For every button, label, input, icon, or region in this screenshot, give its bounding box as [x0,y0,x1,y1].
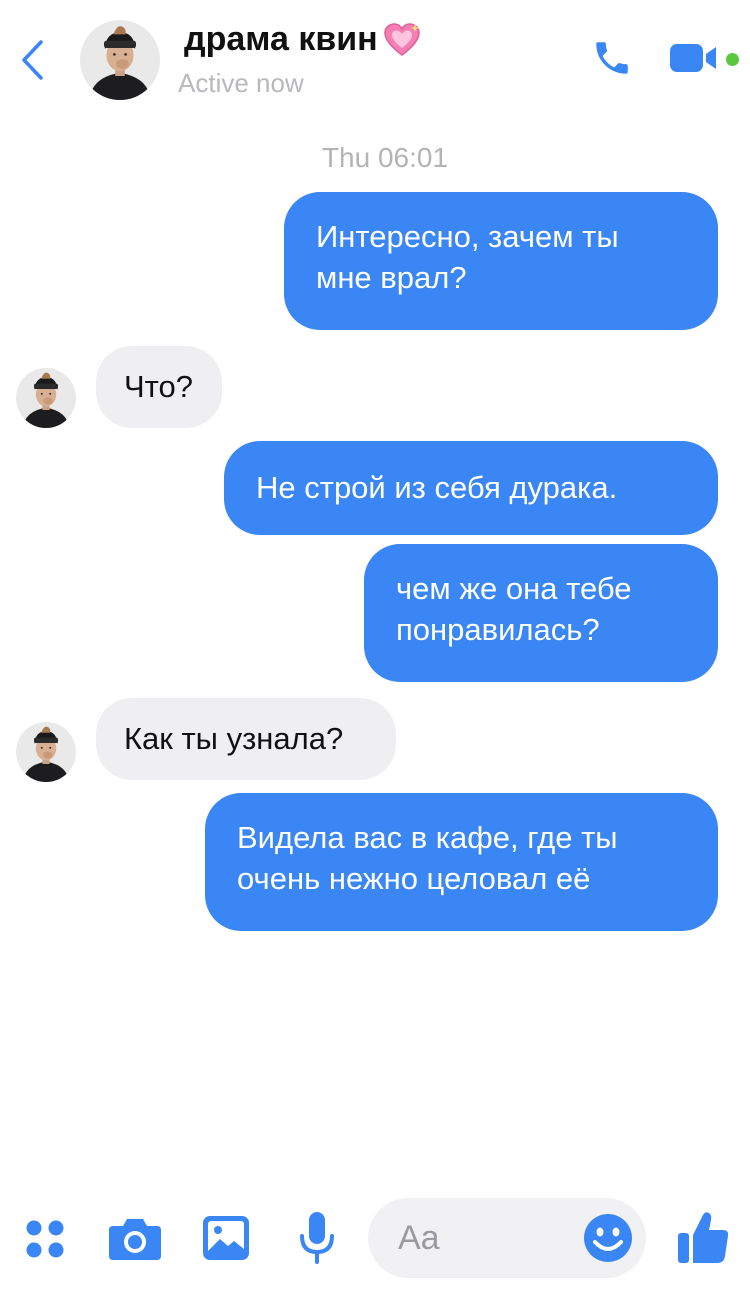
message-bubble-outgoing[interactable]: Интересно, зачем ты мне врал? [284,192,718,330]
microphone-icon [300,1212,334,1264]
like-button[interactable] [674,1206,732,1268]
chat-header: драма квин Active now [0,0,750,120]
messenger-chat-screen: драма квин Active now Thu 06:01 Интересн… [0,0,750,1294]
sender-avatar[interactable] [16,722,76,782]
message-line: очень нежно целовал её [237,861,591,896]
active-status: Active now [178,68,304,98]
chevron-left-icon [22,40,43,80]
more-actions-button[interactable] [18,1212,72,1266]
message-input[interactable] [398,1198,568,1278]
avatar-photo [16,722,76,782]
camera-button[interactable] [104,1210,166,1266]
online-indicator [726,53,739,66]
avatar-photo [16,368,76,428]
smiley-icon [584,1214,632,1262]
camera-icon [109,1219,161,1260]
call-button[interactable] [588,36,636,80]
message-line: мне врал? [316,260,467,295]
contact-name-text: драма квин [184,20,378,58]
emoji-button[interactable] [582,1212,634,1264]
message-line: Не строй из себя дурака. [256,470,618,505]
phone-icon [596,42,628,74]
image-icon [203,1216,249,1260]
message-line: Видела вас в кафе, где ты [237,820,618,855]
message-line: чем же она тебе [396,571,632,606]
message-line: понравилась? [396,612,600,647]
sparkling-heart-icon [383,22,420,56]
message-line: Что? [124,369,193,404]
avatar-photo [80,20,160,100]
message-bubble-incoming[interactable]: Как ты узнала? [96,698,396,780]
four-dots-menu-icon [26,1220,64,1258]
video-call-button[interactable] [668,38,720,78]
voice-message-button[interactable] [292,1206,342,1270]
message-composer [368,1198,646,1278]
message-bubble-outgoing[interactable]: Видела вас в кафе, где ты очень нежно це… [205,793,718,931]
message-line: Как ты узнала? [124,721,344,756]
message-bubble-outgoing[interactable]: Не строй из себя дурака. [224,441,718,535]
contact-name[interactable]: драма квин [184,20,422,59]
message-bubble-outgoing[interactable]: чем же она тебе понравилась? [364,544,718,682]
thumbs-up-icon [678,1212,729,1263]
sender-avatar[interactable] [16,368,76,428]
back-button[interactable] [12,36,52,84]
conversation-timestamp: Thu 06:01 [321,142,449,173]
message-bubble-incoming[interactable]: Что? [96,346,222,428]
contact-avatar[interactable] [80,20,160,100]
message-line: Интересно, зачем ты [316,219,619,254]
gallery-button[interactable] [198,1210,254,1266]
video-camera-icon [670,44,716,72]
